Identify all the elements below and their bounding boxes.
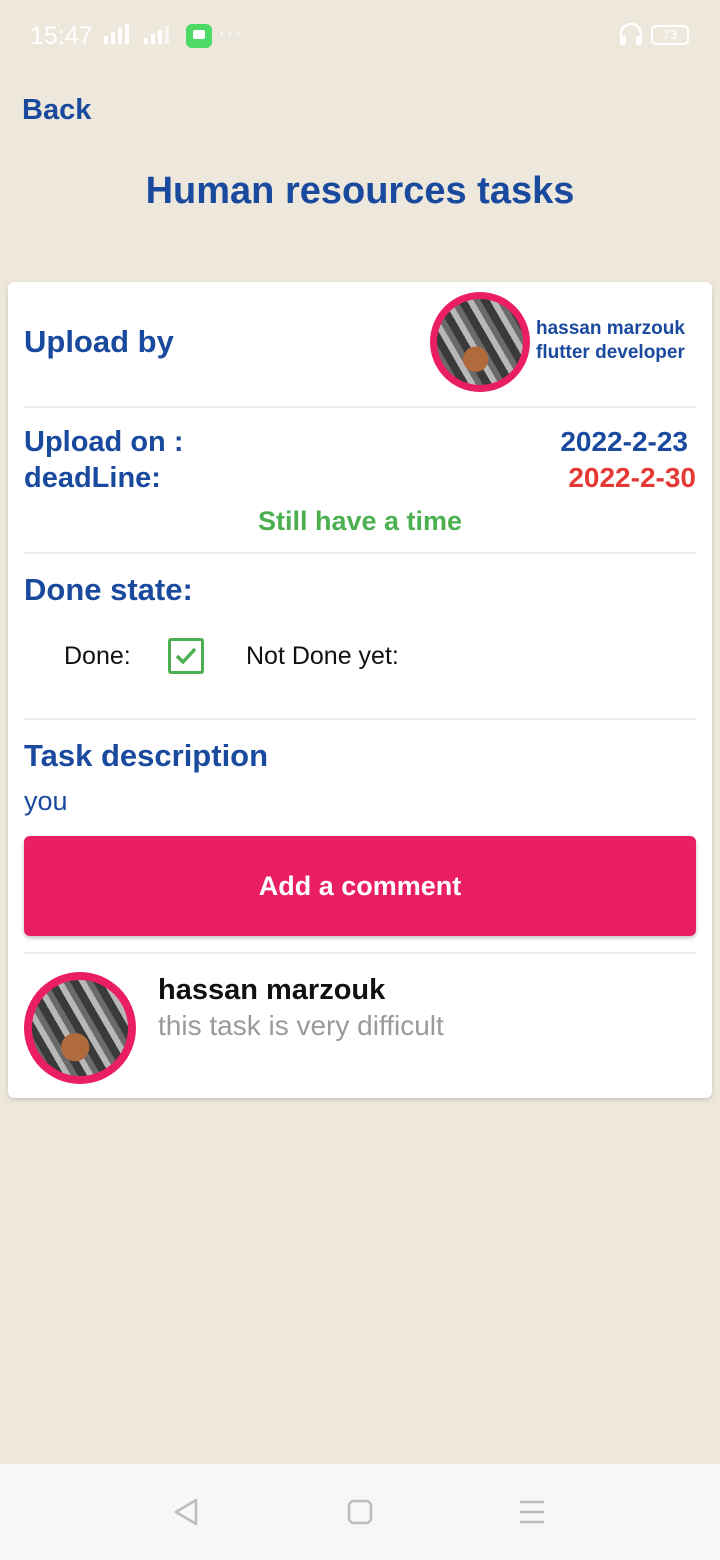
not-done-label: Not Done yet: [246,642,399,670]
divider [24,718,696,720]
comment-avatar[interactable] [24,972,136,1084]
deadline-label: deadLine: [24,462,161,494]
upload-on-label: Upload on : [24,426,184,458]
divider [24,552,696,554]
page-title: Human resources tasks [145,170,575,212]
upload-by-label: Upload by [24,324,174,359]
status-bar: 15:47 ··· 73 [0,0,720,72]
deadline-value: 2022-2-30 [568,462,696,493]
back-button[interactable]: Back [22,94,91,127]
task-description-label: Task description [24,738,269,773]
task-description-text: you [24,786,68,816]
uploader-avatar-image [437,299,523,385]
battery-icon: 73 [651,25,689,45]
home-square-icon[interactable] [346,1498,374,1526]
comment-author: hassan marzouk [158,974,386,1006]
headset-icon [619,22,643,45]
add-comment-button[interactable]: Add a comment [24,836,696,936]
check-icon [175,647,197,665]
done-checkbox[interactable] [168,638,204,674]
task-card: Upload by hassan marzouk flutter develop… [8,282,712,1098]
done-state-label: Done state: [24,572,193,607]
upload-on-value: 2022-2-23 [560,426,688,457]
comment-text: this task is very difficult [158,1010,444,1041]
divider [24,406,696,408]
signal-icon [104,24,169,44]
uploader-avatar[interactable] [430,292,530,392]
more-notifications-icon: ··· [218,20,243,45]
system-navigation-bar [0,1464,720,1560]
menu-lines-icon[interactable] [518,1498,546,1526]
back-triangle-icon[interactable] [172,1498,200,1526]
comment-avatar-image [32,980,128,1076]
uploader-name: hassan marzouk [536,318,685,339]
uploader-role: flutter developer [536,342,685,363]
time-status: Still have a time [257,506,463,536]
divider [24,952,696,954]
chat-icon [186,24,212,48]
done-label: Done: [64,642,131,670]
status-time: 15:47 [30,22,93,50]
